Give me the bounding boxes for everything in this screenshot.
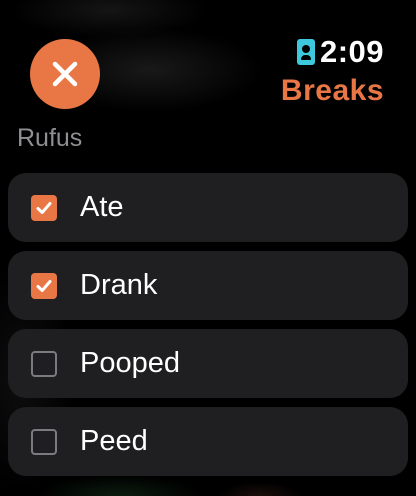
checkbox-checked[interactable]: [31, 194, 57, 221]
badge-person-icon: [296, 39, 315, 65]
list-item-label: Pooped: [80, 347, 180, 379]
checkbox-checked[interactable]: [31, 272, 57, 299]
app-title: Breaks: [280, 74, 384, 107]
list-item-pooped[interactable]: Pooped: [8, 329, 408, 398]
checkmark-icon: [36, 279, 52, 292]
checklist: Ate Drank Pooped Peed: [8, 173, 408, 485]
list-item-label: Peed: [80, 425, 148, 457]
checkbox-unchecked[interactable]: [31, 428, 57, 455]
section-title: Rufus: [17, 124, 83, 152]
list-item-peed[interactable]: Peed: [8, 407, 408, 476]
status-bar: 2:09: [296, 34, 384, 70]
checkbox-unchecked[interactable]: [31, 350, 57, 377]
xmark-icon: [52, 61, 78, 87]
list-item-label: Ate: [80, 191, 124, 223]
checkmark-icon: [36, 201, 52, 214]
list-item-ate[interactable]: Ate: [8, 173, 408, 242]
clock-time: 2:09: [319, 34, 384, 69]
list-item-label: Drank: [80, 269, 158, 301]
close-button[interactable]: [30, 39, 100, 109]
list-item-drank[interactable]: Drank: [8, 251, 408, 320]
